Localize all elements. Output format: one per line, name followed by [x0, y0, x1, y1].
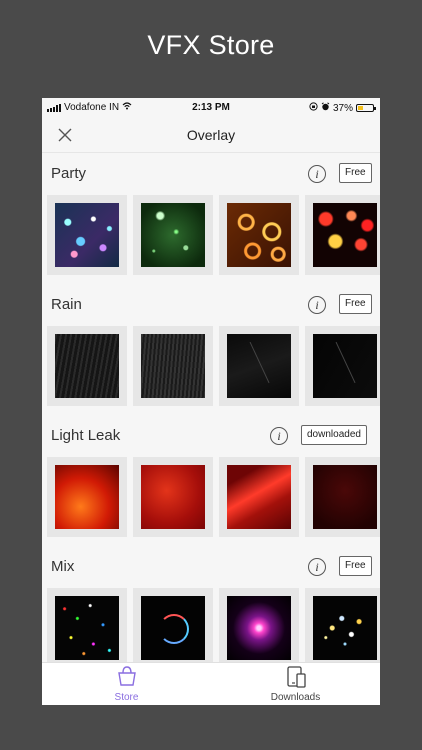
- price-badge[interactable]: Free: [339, 294, 372, 314]
- overlay-thumbnail[interactable]: [219, 195, 299, 275]
- overlay-thumbnail[interactable]: [219, 588, 299, 663]
- tab-label: Downloads: [270, 692, 321, 703]
- status-bar: Vodafone IN 2:13 PM 37%: [42, 98, 380, 118]
- section-title: Mix: [51, 558, 75, 575]
- section-rain: Rain i Free: [42, 284, 380, 415]
- shopping-bag-icon: [116, 666, 138, 691]
- tab-bar: Store Downloads: [42, 662, 380, 705]
- overlay-thumbnail[interactable]: [133, 195, 213, 275]
- page-title: Overlay: [186, 127, 236, 143]
- info-icon[interactable]: i: [308, 558, 326, 576]
- section-party: Party i Free: [42, 153, 380, 284]
- battery-percent: 37%: [332, 102, 353, 114]
- section-mix: Mix i Free: [42, 546, 380, 663]
- overlay-thumbnail[interactable]: [219, 457, 299, 537]
- overlay-thumbnail[interactable]: [47, 457, 127, 537]
- overlay-thumbnail[interactable]: [133, 457, 213, 537]
- overlay-thumbnail[interactable]: [47, 326, 127, 406]
- alarm-icon: [321, 102, 330, 114]
- overlay-thumbnail[interactable]: [47, 195, 127, 275]
- overlay-thumbnail[interactable]: [133, 326, 213, 406]
- overlay-thumbnail[interactable]: [219, 326, 299, 406]
- devices-icon: [284, 666, 308, 693]
- overlay-thumbnail[interactable]: [305, 457, 380, 537]
- section-title: Light Leak: [51, 427, 121, 444]
- promo-title: VFX Store: [147, 30, 275, 60]
- tab-downloads[interactable]: Downloads: [211, 663, 380, 705]
- section-light-leak: Light Leak i downloaded: [42, 415, 380, 546]
- section-title: Rain: [51, 296, 82, 313]
- phone-screen: Vodafone IN 2:13 PM 37% Overlay Party i …: [42, 98, 380, 705]
- price-badge[interactable]: Free: [339, 556, 372, 576]
- info-icon[interactable]: i: [270, 427, 288, 445]
- overlay-thumbnail[interactable]: [305, 195, 380, 275]
- overlay-thumbnail[interactable]: [47, 588, 127, 663]
- rotation-lock-icon: [309, 102, 318, 114]
- overlay-thumbnail[interactable]: [133, 588, 213, 663]
- overlay-thumbnail[interactable]: [305, 588, 380, 663]
- tab-store[interactable]: Store: [42, 663, 211, 705]
- section-title: Party: [51, 165, 87, 182]
- info-icon[interactable]: i: [308, 296, 326, 314]
- tab-label: Store: [114, 692, 139, 703]
- price-badge[interactable]: Free: [339, 163, 372, 183]
- battery-fill: [358, 106, 364, 110]
- info-icon[interactable]: i: [308, 165, 326, 183]
- overlay-list[interactable]: Party i Free Rain i Free Light Leak i do…: [42, 153, 380, 663]
- battery-icon: [356, 104, 376, 112]
- nav-bar: Overlay: [42, 118, 380, 153]
- overlay-thumbnail[interactable]: [305, 326, 380, 406]
- downloaded-badge[interactable]: downloaded: [301, 425, 367, 445]
